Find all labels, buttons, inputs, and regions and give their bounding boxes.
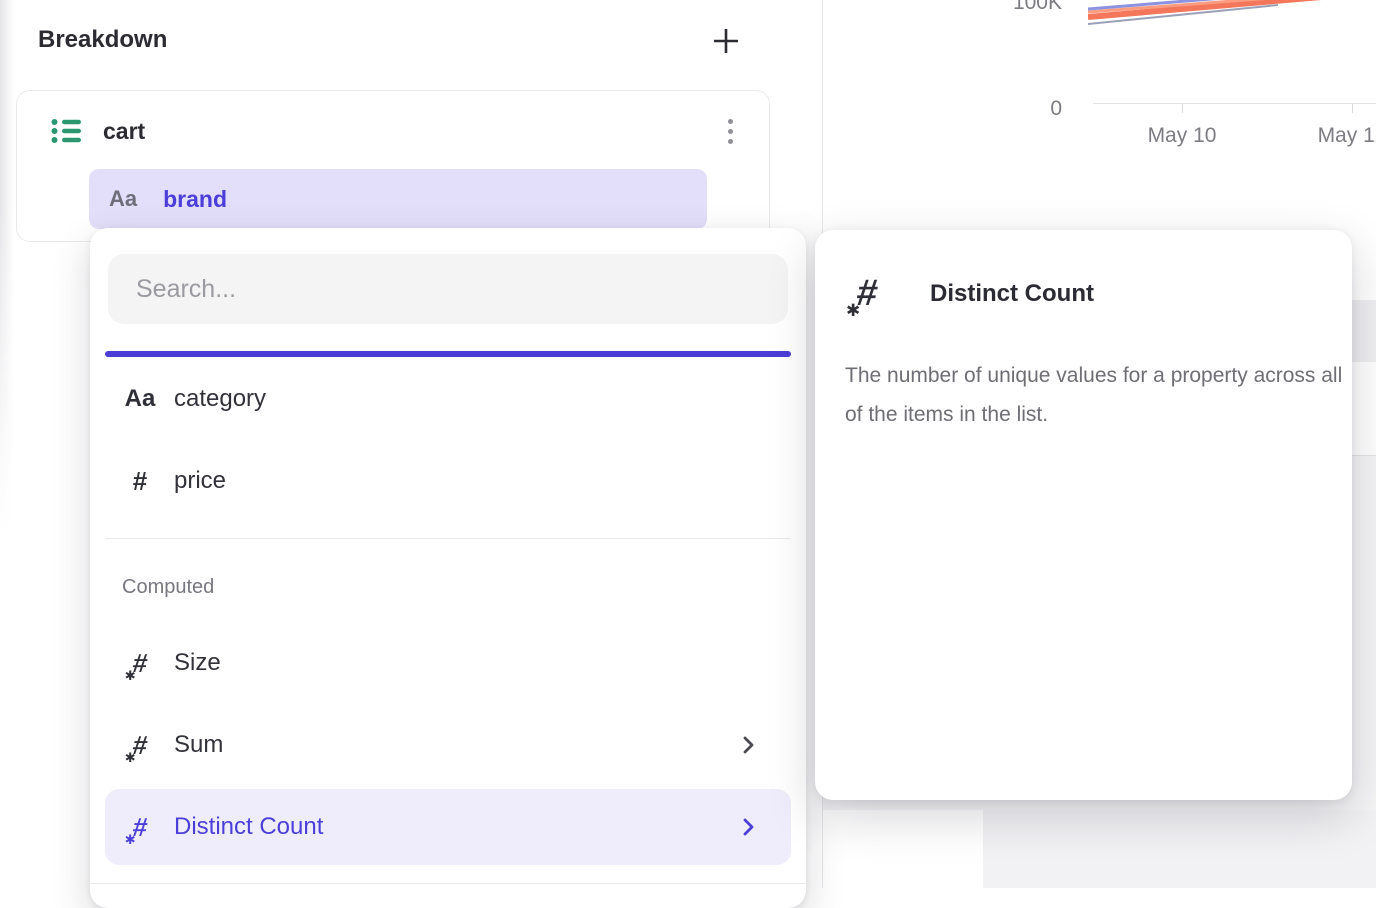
chevron-right-icon — [742, 735, 755, 755]
number-property-icon: # — [133, 466, 147, 497]
kebab-dot — [728, 119, 733, 124]
computed-number-icon: ✱# — [133, 732, 147, 758]
chart-x-axis-line — [1093, 103, 1376, 104]
cart-label: cart — [103, 118, 145, 145]
panel-edge-shadow — [0, 0, 14, 560]
computed-section-label: Computed — [122, 576, 214, 599]
menu-item-price[interactable]: # price — [105, 448, 791, 514]
menu-item-sum[interactable]: ✱# Sum — [105, 712, 791, 778]
selected-property-brand[interactable]: Aa brand — [89, 169, 707, 229]
menu-item-label: Distinct Count — [174, 813, 323, 841]
chart-x-label-may10: May 10 — [1112, 124, 1252, 148]
chevron-right-icon — [742, 817, 755, 837]
distinct-count-tooltip: ✱# Distinct Count The number of unique v… — [815, 230, 1352, 800]
text-property-icon: Aa — [109, 186, 137, 212]
kebab-dot — [728, 129, 733, 134]
property-dropdown: Aa category # price Computed ✱# Size ✱# … — [90, 228, 806, 908]
search-input[interactable] — [108, 254, 788, 324]
menu-item-label: Sum — [174, 731, 223, 759]
chart-tick-mark — [1352, 104, 1353, 113]
menu-divider — [90, 883, 806, 884]
menu-item-label: price — [174, 467, 226, 495]
line-chart-series — [1088, 0, 1376, 36]
text-property-icon: Aa — [125, 385, 156, 413]
kebab-dot — [728, 139, 733, 144]
tooltip-title: Distinct Count — [930, 280, 1094, 308]
chart-tick-mark — [1182, 104, 1183, 113]
add-breakdown-button[interactable] — [710, 25, 742, 57]
chart-x-label-may12: May 12 — [1282, 124, 1376, 148]
card-menu-button[interactable] — [723, 112, 737, 150]
plus-icon — [711, 26, 741, 56]
cart-row: cart — [51, 109, 145, 153]
computed-number-icon: ✱# — [133, 814, 147, 840]
menu-item-category[interactable]: Aa category — [105, 366, 791, 432]
selected-property-label: brand — [163, 186, 227, 213]
breakdown-card-cart: cart Aa brand — [16, 90, 770, 242]
breakdown-section-title: Breakdown — [38, 26, 167, 54]
computed-number-icon: ✱# — [857, 274, 878, 311]
menu-item-size[interactable]: ✱# Size — [105, 630, 791, 696]
menu-item-distinct-count[interactable]: ✱# Distinct Count — [105, 789, 791, 865]
computed-number-icon: ✱# — [133, 650, 147, 676]
menu-divider — [105, 538, 791, 539]
table-cell-stripe — [983, 810, 1376, 888]
menu-item-label: Size — [174, 649, 221, 677]
menu-item-label: category — [174, 385, 266, 413]
selected-item-edge-indicator — [105, 351, 791, 357]
list-property-icon — [51, 117, 81, 145]
chart-y-tick-100k: 100K — [986, 0, 1062, 15]
search-box — [108, 254, 788, 324]
chart-y-tick-0: 0 — [986, 97, 1062, 121]
tooltip-description: The number of unique values for a proper… — [845, 356, 1353, 434]
